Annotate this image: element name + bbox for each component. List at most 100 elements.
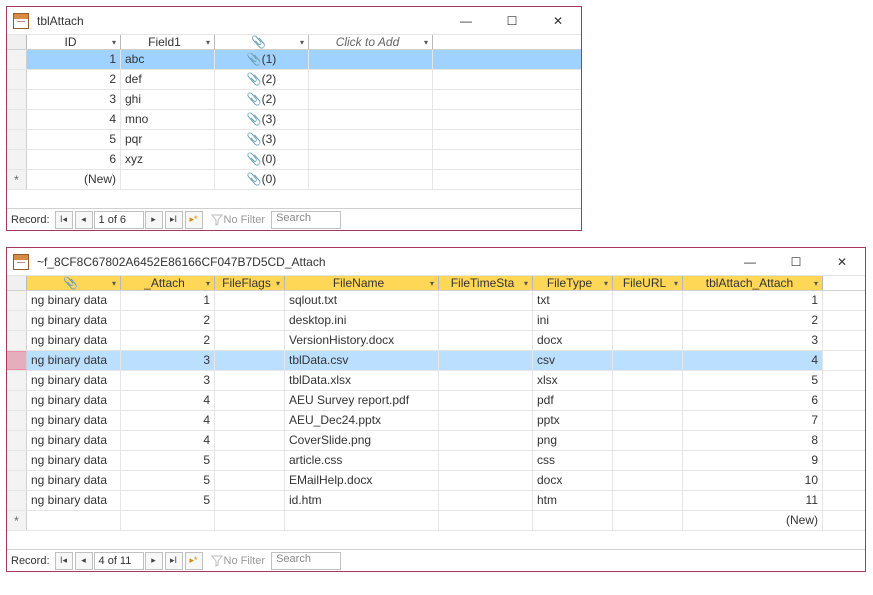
cell-filetimestamp[interactable]	[439, 371, 533, 390]
cell-attach[interactable]: 5	[121, 451, 215, 470]
cell-fileflags[interactable]	[215, 511, 285, 530]
cell-filename[interactable]: VersionHistory.docx	[285, 331, 439, 350]
cell-filetype[interactable]	[533, 511, 613, 530]
row-selector[interactable]	[7, 331, 27, 350]
cell-data[interactable]: ng binary data	[27, 351, 121, 370]
col-id[interactable]: ID▾	[27, 35, 121, 49]
cell-fileflags[interactable]	[215, 491, 285, 510]
row-selector[interactable]	[7, 130, 27, 149]
table-row[interactable]: ng binary data3tblData.xlsxxlsx5	[7, 371, 865, 391]
cell-field1[interactable]: xyz	[121, 150, 215, 169]
cell-fileflags[interactable]	[215, 351, 285, 370]
cell-id[interactable]: 1	[27, 50, 121, 69]
cell-filetimestamp[interactable]	[439, 291, 533, 310]
table-row[interactable]: ng binary data5id.htmhtm11	[7, 491, 865, 511]
table-row[interactable]: ng binary data5EMailHelp.docxdocx10	[7, 471, 865, 491]
cell-tblattach[interactable]: 3	[683, 331, 823, 350]
cell-fileurl[interactable]	[613, 331, 683, 350]
cell-filename[interactable]	[285, 511, 439, 530]
cell-tblattach[interactable]: 7	[683, 411, 823, 430]
cell-data[interactable]	[27, 511, 121, 530]
table-row[interactable]: 2def📎(2)	[7, 70, 581, 90]
chevron-down-icon[interactable]: ▾	[276, 279, 280, 288]
cell-add[interactable]	[309, 70, 433, 89]
nav-prev[interactable]: ◂	[75, 211, 93, 229]
chevron-down-icon[interactable]: ▾	[430, 279, 434, 288]
cell-filetimestamp[interactable]	[439, 391, 533, 410]
cell-tblattach[interactable]: 6	[683, 391, 823, 410]
cell-filename[interactable]: desktop.ini	[285, 311, 439, 330]
row-selector[interactable]	[7, 291, 27, 310]
chevron-down-icon[interactable]: ▾	[524, 279, 528, 288]
cell-attach[interactable]: 2	[121, 331, 215, 350]
nav-prev[interactable]: ◂	[75, 552, 93, 570]
cell-id[interactable]: 5	[27, 130, 121, 149]
titlebar[interactable]: ~f_8CF8C67802A6452E86166CF047B7D5CD_Atta…	[7, 248, 865, 276]
cell-filetimestamp[interactable]	[439, 351, 533, 370]
minimize-button[interactable]: —	[727, 248, 773, 276]
cell-filetype[interactable]: docx	[533, 331, 613, 350]
cell-attach[interactable]: 5	[121, 471, 215, 490]
cell-filename[interactable]: id.htm	[285, 491, 439, 510]
cell-id[interactable]: 3	[27, 90, 121, 109]
table-row[interactable]: ng binary data4AEU Survey report.pdfpdf6	[7, 391, 865, 411]
table-row[interactable]: ng binary data1sqlout.txttxt1	[7, 291, 865, 311]
nav-position[interactable]: 1 of 6	[94, 211, 144, 229]
cell-filename[interactable]: sqlout.txt	[285, 291, 439, 310]
cell-filetimestamp[interactable]	[439, 411, 533, 430]
cell-add[interactable]	[309, 90, 433, 109]
cell-filename[interactable]: tblData.xlsx	[285, 371, 439, 390]
row-selector[interactable]	[7, 150, 27, 169]
row-selector[interactable]: *	[7, 511, 27, 530]
cell-id[interactable]: (New)	[27, 170, 121, 189]
row-selector[interactable]	[7, 70, 27, 89]
cell-attachment[interactable]: 📎(2)	[215, 90, 309, 109]
cell-data[interactable]: ng binary data	[27, 471, 121, 490]
table-row[interactable]: ng binary data2desktop.iniini2	[7, 311, 865, 331]
col-attach[interactable]: _Attach▾	[121, 276, 215, 290]
cell-attach[interactable]	[121, 511, 215, 530]
cell-field1[interactable]: pqr	[121, 130, 215, 149]
row-selector[interactable]: *	[7, 170, 27, 189]
cell-attach[interactable]: 1	[121, 291, 215, 310]
cell-data[interactable]: ng binary data	[27, 451, 121, 470]
chevron-down-icon[interactable]: ▾	[206, 38, 210, 47]
cell-fileurl[interactable]	[613, 371, 683, 390]
cell-fileurl[interactable]	[613, 491, 683, 510]
cell-filetimestamp[interactable]	[439, 471, 533, 490]
row-selector[interactable]	[7, 351, 27, 370]
table-row[interactable]: 1abc📎(1)	[7, 50, 581, 70]
table-row[interactable]: 4mno📎(3)	[7, 110, 581, 130]
row-selector[interactable]	[7, 491, 27, 510]
cell-fileflags[interactable]	[215, 371, 285, 390]
cell-filetype[interactable]: css	[533, 451, 613, 470]
cell-attachment[interactable]: 📎(0)	[215, 170, 309, 189]
cell-filetype[interactable]: ini	[533, 311, 613, 330]
cell-fileurl[interactable]	[613, 391, 683, 410]
col-tblattach[interactable]: tblAttach_Attach▾	[683, 276, 823, 290]
table-row[interactable]: ng binary data4CoverSlide.pngpng8	[7, 431, 865, 451]
cell-filetype[interactable]: htm	[533, 491, 613, 510]
cell-attachment[interactable]: 📎(2)	[215, 70, 309, 89]
cell-fileurl[interactable]	[613, 311, 683, 330]
cell-attachment[interactable]: 📎(3)	[215, 110, 309, 129]
cell-add[interactable]	[309, 50, 433, 69]
cell-fileflags[interactable]	[215, 291, 285, 310]
cell-fileflags[interactable]	[215, 451, 285, 470]
chevron-down-icon[interactable]: ▾	[112, 38, 116, 47]
cell-fileflags[interactable]	[215, 331, 285, 350]
cell-tblattach[interactable]: 11	[683, 491, 823, 510]
cell-fileurl[interactable]	[613, 431, 683, 450]
chevron-down-icon[interactable]: ▾	[674, 279, 678, 288]
cell-tblattach[interactable]: 8	[683, 431, 823, 450]
row-selector[interactable]	[7, 471, 27, 490]
cell-field1[interactable]: mno	[121, 110, 215, 129]
titlebar[interactable]: tblAttach — ☐ ✕	[7, 7, 581, 35]
row-selector[interactable]	[7, 50, 27, 69]
cell-data[interactable]: ng binary data	[27, 391, 121, 410]
selector-header[interactable]	[7, 276, 27, 290]
nav-position[interactable]: 4 of 11	[94, 552, 144, 570]
no-filter[interactable]: No Filter	[204, 554, 272, 568]
cell-attach[interactable]: 3	[121, 371, 215, 390]
cell-data[interactable]: ng binary data	[27, 371, 121, 390]
